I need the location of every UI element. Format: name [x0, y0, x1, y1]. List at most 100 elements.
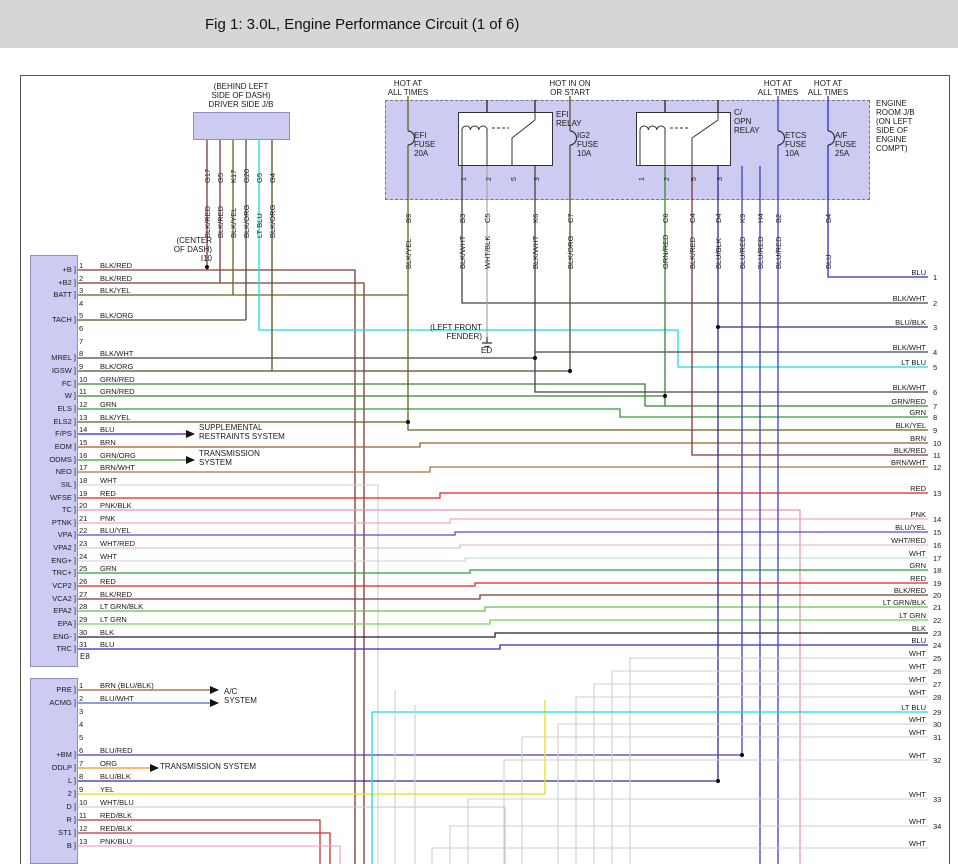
right-pin-number: 30 [933, 720, 941, 729]
ecm1-pin-label: TRC ] [28, 644, 76, 653]
right-pin-number: 4 [933, 348, 937, 357]
wire-blu [828, 145, 928, 277]
ecm2-wire-color-label: RED/BLK [100, 811, 132, 820]
right-wire-color-label: LT GRN/BLK [826, 598, 926, 607]
ecm1-pin-label: EOM ] [28, 442, 76, 451]
relay-pin-number: 1 [638, 169, 647, 181]
wire-brn-wht [78, 467, 928, 472]
drop-pin-id: B4 [824, 206, 833, 223]
ecm2-pin-label: ST1 ] [28, 828, 76, 837]
jb-pin-id: G17 [203, 157, 212, 183]
ecm1-pin-label: WFSE ] [28, 493, 76, 502]
ecm1-wire-color-label: BLK/YEL [100, 286, 130, 295]
drop-wire-color-label: BLU/RED [774, 224, 783, 269]
ecm1-wire-color-label: GRN [100, 400, 117, 409]
ecm1-row-number: 11 [79, 387, 87, 396]
right-wire-color-label: BLK/YEL [826, 421, 926, 430]
ecm1-wire-color-label: GRN/RED [100, 387, 135, 396]
ecm2-pin-label: D ] [28, 802, 76, 811]
ecm1-row-number: 31 [79, 640, 87, 649]
component-label: ETCS FUSE 10A [785, 131, 806, 158]
hot-feed-label: HOT AT ALL TIMES [754, 79, 802, 97]
ecm1-row-number: 4 [79, 299, 83, 308]
ecm1-wire-color-label: BLK/RED [100, 274, 132, 283]
right-wire-color-label: LT BLU [826, 358, 926, 367]
jb-pin-id: K17 [229, 157, 238, 183]
ecm1-pin-label: TACH ] [28, 315, 76, 324]
ecm1-row-number: 1 [79, 261, 83, 270]
system-arrow-icon [186, 430, 195, 438]
right-wire-color-label: WHT [826, 751, 926, 760]
ecm1-pin-label: VCA2 ] [28, 594, 76, 603]
right-wire-color-label: WHT [826, 728, 926, 737]
ecm1-row-number: 18 [79, 476, 87, 485]
ecm2-wire-color-label: RED/BLK [100, 824, 132, 833]
ecm2-wire-color-label: BLU/WHT [100, 694, 134, 703]
right-pin-number: 24 [933, 641, 941, 650]
ecm1-pin-label: SIL ] [28, 480, 76, 489]
ecm2-wire-color-label: BLU/BLK [100, 772, 131, 781]
ecm1-pin-label: ELS ] [28, 404, 76, 413]
jb-pin-id: G5 [216, 157, 225, 183]
figure-title: Fig 1: 3.0L, Engine Performance Circuit … [205, 16, 519, 33]
junction-dot [716, 779, 720, 783]
component-label: EFI RELAY [556, 110, 582, 128]
relay-pin-number: 5 [690, 169, 699, 181]
ecm1-wire-color-label: BLU [100, 425, 115, 434]
ecm2-pin-label: ODLP ] [28, 763, 76, 772]
right-wire-color-label: LT GRN [826, 611, 926, 620]
right-pin-number: 11 [933, 451, 941, 460]
right-pin-number: 10 [933, 439, 941, 448]
system-arrow-icon [210, 686, 219, 694]
ecm1-pin-label: ENG- ] [28, 632, 76, 641]
connector-id-label: E8 [80, 652, 90, 661]
ecm1-pin-label: BATT ] [28, 290, 76, 299]
right-wire-color-label: WHT [826, 675, 926, 684]
ecm1-pin-label: VPA ] [28, 530, 76, 539]
ecm2-pin-label: L ] [28, 776, 76, 785]
system-arrow-icon [186, 456, 195, 464]
right-wire-color-label: BLK [826, 624, 926, 633]
ecm1-pin-label: +B2 ] [28, 278, 76, 287]
ecm1-row-number: 15 [79, 438, 87, 447]
ecm1-row-number: 5 [79, 311, 83, 320]
system-annotation: SUPPLEMENTAL RESTRAINTS SYSTEM [199, 423, 285, 441]
right-wire-color-label: WHT [826, 790, 926, 799]
ecm2-row-number: 5 [79, 733, 83, 742]
junction-dot [406, 420, 410, 424]
fender-note: (LEFT FRONT FENDER) [406, 323, 482, 341]
right-pin-number: 34 [933, 822, 941, 831]
ecm2-wire-color-label: BLU/RED [100, 746, 133, 755]
drop-pin-id: C7 [566, 206, 575, 223]
right-pin-number: 31 [933, 733, 941, 742]
right-wire-color-label: BLK/RED [826, 446, 926, 455]
wiring-diagram-page: Fig 1: 3.0L, Engine Performance Circuit … [0, 0, 958, 864]
ecm2-row-number: 11 [79, 811, 87, 820]
ecm1-pin-label: +B ] [28, 265, 76, 274]
wire-pnk-blk [78, 510, 800, 864]
right-wire-color-label: WHT [826, 817, 926, 826]
wire-wht [432, 848, 928, 864]
drop-wire-color-label: BLK/YEL [404, 224, 413, 269]
jb-wire-color-label: BLK/ORG [242, 186, 251, 238]
jb-pin-id: G5 [255, 157, 264, 183]
ground-id-label: ED [481, 346, 492, 355]
right-wire-color-label: BLK/RED [826, 586, 926, 595]
ecm1-pin-label: F/PS ] [28, 429, 76, 438]
component-label: A/F FUSE 25A [835, 131, 856, 158]
component-label: EFI FUSE 20A [414, 131, 435, 158]
right-wire-color-label: WHT [826, 715, 926, 724]
ecm1-pin-label: TRC+ ] [28, 568, 76, 577]
right-wire-color-label: BLU/BLK [826, 318, 926, 327]
ecm2-row-number: 1 [79, 681, 83, 690]
ecm1-pin-label: PTNK ] [28, 518, 76, 527]
jb-pin-id: G20 [242, 157, 251, 183]
right-pin-number: 12 [933, 463, 941, 472]
right-pin-number: 28 [933, 693, 941, 702]
ecm1-wire-color-label: RED [100, 577, 116, 586]
hot-feed-label: HOT AT ALL TIMES [384, 79, 432, 97]
relay-coil-icon [462, 126, 487, 166]
relay-pin-number: 5 [510, 169, 519, 181]
right-pin-number: 21 [933, 603, 941, 612]
right-wire-color-label: PNK [826, 510, 926, 519]
